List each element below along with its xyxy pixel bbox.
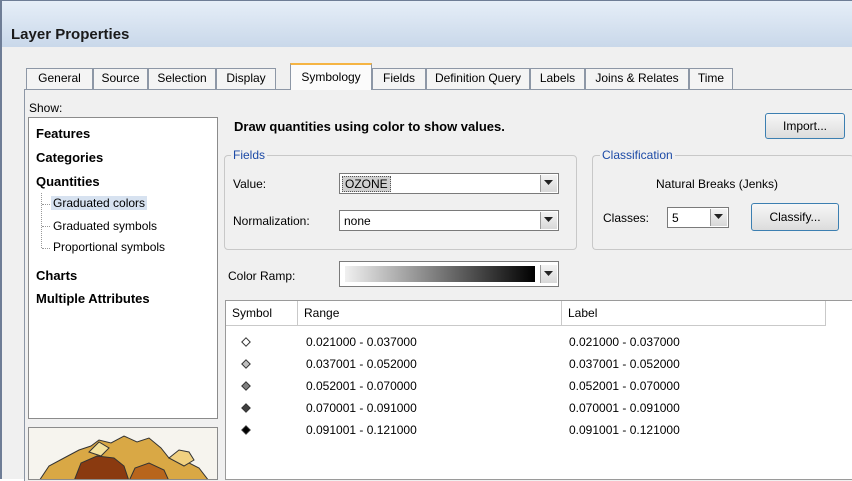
column-header-symbol[interactable]: Symbol bbox=[226, 301, 298, 326]
color-ramp-label: Color Ramp: bbox=[228, 269, 296, 283]
range-cell[interactable]: 0.091001 - 0.121000 bbox=[306, 423, 417, 437]
symbol-class-table: Symbol Range Label 0.021000 - 0.037000 0… bbox=[225, 300, 852, 480]
show-label: Show: bbox=[29, 101, 63, 115]
range-cell[interactable]: 0.052001 - 0.070000 bbox=[306, 379, 417, 393]
tab-symbology[interactable]: Symbology bbox=[290, 63, 372, 90]
label-cell[interactable]: 0.037001 - 0.052000 bbox=[569, 357, 680, 371]
description-text: Draw quantities using color to show valu… bbox=[234, 119, 505, 134]
title-bar[interactable]: Layer Properties bbox=[2, 1, 852, 47]
show-subitem-graduated-colors[interactable]: Graduated colors bbox=[51, 196, 148, 210]
color-ramp-gradient bbox=[345, 266, 535, 282]
tree-connector bbox=[42, 204, 50, 205]
dropdown-arrow-icon[interactable] bbox=[540, 212, 557, 229]
show-subitem-proportional-symbols[interactable]: Proportional symbols bbox=[53, 240, 165, 254]
classes-dropdown[interactable]: 5 bbox=[667, 207, 729, 228]
dropdown-arrow-icon[interactable] bbox=[540, 175, 557, 192]
layer-properties-window: Layer Properties General Source Selectio… bbox=[0, 0, 852, 481]
column-header-label[interactable]: Label bbox=[562, 301, 826, 326]
tab-general[interactable]: General bbox=[26, 68, 93, 89]
table-row[interactable]: 0.037001 - 0.052000 0.037001 - 0.052000 bbox=[226, 354, 852, 376]
class-symbol[interactable] bbox=[241, 403, 251, 413]
tab-joins-relates[interactable]: Joins & Relates bbox=[585, 68, 689, 89]
tab-labels[interactable]: Labels bbox=[530, 68, 585, 89]
show-list: Features Categories Quantities Graduated… bbox=[28, 117, 218, 419]
tab-time[interactable]: Time bbox=[689, 68, 733, 89]
show-item-multiple-attributes[interactable]: Multiple Attributes bbox=[36, 291, 150, 306]
classes-selected: 5 bbox=[672, 211, 679, 225]
class-symbol[interactable] bbox=[241, 359, 251, 369]
tree-connector bbox=[41, 193, 42, 248]
fields-group-legend: Fields bbox=[231, 148, 268, 162]
show-item-charts[interactable]: Charts bbox=[36, 268, 77, 283]
show-item-features[interactable]: Features bbox=[36, 126, 90, 141]
dropdown-arrow-icon[interactable] bbox=[540, 265, 557, 283]
table-row[interactable]: 0.091001 - 0.121000 0.091001 - 0.121000 bbox=[226, 420, 852, 442]
label-cell[interactable]: 0.052001 - 0.070000 bbox=[569, 379, 680, 393]
window-title: Layer Properties bbox=[11, 26, 130, 43]
tab-fields[interactable]: Fields bbox=[372, 68, 426, 89]
tab-selection[interactable]: Selection bbox=[148, 68, 216, 89]
classification-group-legend: Classification bbox=[600, 148, 675, 162]
range-cell[interactable]: 0.037001 - 0.052000 bbox=[306, 357, 417, 371]
show-item-categories[interactable]: Categories bbox=[36, 150, 103, 165]
label-cell[interactable]: 0.021000 - 0.037000 bbox=[569, 335, 680, 349]
tree-connector bbox=[42, 248, 50, 249]
fields-group bbox=[224, 155, 577, 250]
normalization-dropdown[interactable]: none bbox=[339, 210, 559, 231]
color-ramp-dropdown[interactable] bbox=[339, 261, 559, 287]
value-label: Value: bbox=[233, 177, 267, 191]
show-item-quantities[interactable]: Quantities bbox=[36, 174, 100, 189]
import-button[interactable]: Import... bbox=[765, 113, 845, 139]
table-row[interactable]: 0.021000 - 0.037000 0.021000 - 0.037000 bbox=[226, 332, 852, 354]
chevron-down-icon bbox=[714, 214, 723, 219]
class-symbol[interactable] bbox=[241, 381, 251, 391]
tab-display[interactable]: Display bbox=[216, 68, 276, 89]
classes-label: Classes: bbox=[603, 211, 650, 225]
range-cell[interactable]: 0.070001 - 0.091000 bbox=[306, 401, 417, 415]
chevron-down-icon bbox=[544, 217, 553, 222]
chevron-down-icon bbox=[544, 180, 553, 185]
map-preview-thumbnail bbox=[28, 427, 218, 480]
value-field-selected: OZONE bbox=[342, 176, 391, 192]
column-header-range[interactable]: Range bbox=[298, 301, 562, 326]
tab-definition-query[interactable]: Definition Query bbox=[426, 68, 530, 89]
table-row[interactable]: 0.052001 - 0.070000 0.052001 - 0.070000 bbox=[226, 376, 852, 398]
range-cell[interactable]: 0.021000 - 0.037000 bbox=[306, 335, 417, 349]
class-symbol[interactable] bbox=[241, 337, 251, 347]
normalization-selected: none bbox=[344, 214, 371, 228]
label-cell[interactable]: 0.070001 - 0.091000 bbox=[569, 401, 680, 415]
classification-method: Natural Breaks (Jenks) bbox=[656, 177, 779, 191]
normalization-label: Normalization: bbox=[233, 214, 310, 228]
table-row[interactable]: 0.070001 - 0.091000 0.070001 - 0.091000 bbox=[226, 398, 852, 420]
chevron-down-icon bbox=[544, 271, 553, 276]
tree-connector bbox=[42, 226, 50, 227]
class-symbol[interactable] bbox=[241, 425, 251, 435]
classify-button[interactable]: Classify... bbox=[751, 203, 839, 231]
label-cell[interactable]: 0.091001 - 0.121000 bbox=[569, 423, 680, 437]
map-thumbnail-image bbox=[39, 435, 209, 479]
show-subitem-graduated-symbols[interactable]: Graduated symbols bbox=[53, 219, 157, 233]
dropdown-arrow-icon[interactable] bbox=[710, 209, 727, 226]
tab-source[interactable]: Source bbox=[93, 68, 148, 89]
value-field-dropdown[interactable]: OZONE bbox=[339, 173, 559, 194]
